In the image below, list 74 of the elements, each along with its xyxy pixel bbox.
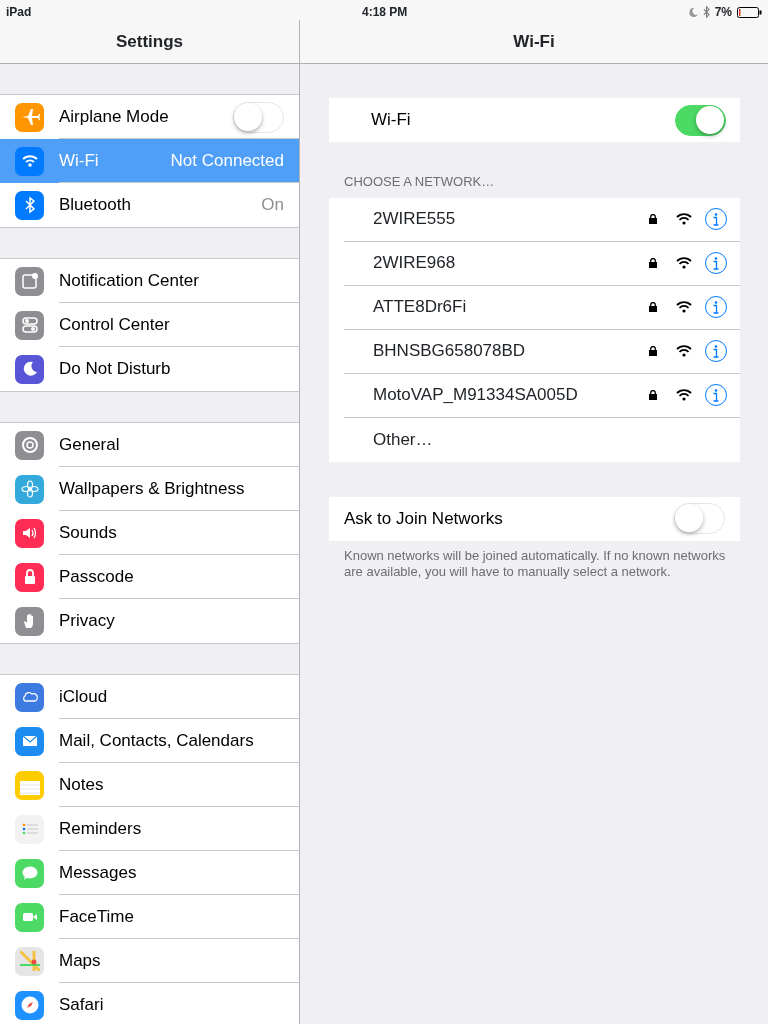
section-header: CHOOSE A NETWORK… — [343, 173, 496, 191]
bluetooth-icon — [702, 6, 710, 18]
info-icon — [713, 344, 719, 358]
info-icon — [713, 256, 719, 270]
settings-item[interactable]: Maps — [0, 939, 299, 983]
network-name: ATTE8Dr6Fi — [373, 296, 467, 319]
settings-item[interactable]: Bluetooth On — [0, 183, 299, 227]
wifi-signal-icon — [676, 213, 692, 225]
settings-item[interactable]: General — [0, 423, 299, 467]
settings-item[interactable]: Wallpapers & Brightness — [0, 467, 299, 511]
network-name: 2WIRE968 — [373, 252, 456, 275]
device-label: iPad — [6, 4, 32, 21]
toggle-switch[interactable] — [675, 104, 726, 136]
settings-item[interactable]: iCloud — [0, 675, 299, 719]
wifi-label: Wi-Fi — [371, 109, 411, 132]
network-row[interactable]: BHNSBG658078BD — [344, 329, 740, 374]
settings-item[interactable]: Notes — [0, 763, 299, 807]
network-name: 2WIRE555 — [373, 208, 456, 231]
item-label: Mail, Contacts, Calendars — [59, 730, 254, 753]
battery-percent: 7% — [714, 4, 732, 21]
pane-title: Wi-Fi — [513, 30, 555, 53]
item-label: Reminders — [59, 818, 142, 841]
footer-note: Known networks will be joined automatically. If no known networks are available, you will have to manually select a network. — [343, 546, 727, 581]
info-icon — [713, 300, 719, 314]
settings-item[interactable]: Airplane Mode — [0, 95, 299, 139]
item-label: iCloud — [59, 686, 108, 709]
item-value: On — [261, 194, 284, 217]
item-label: General — [59, 434, 120, 457]
settings-item[interactable]: Safari — [0, 983, 299, 1024]
other-label: Other… — [373, 428, 433, 451]
wifi-signal-icon — [676, 301, 692, 313]
network-row[interactable]: Other… — [344, 417, 740, 462]
wifi-signal-icon — [676, 389, 692, 401]
settings-item[interactable]: Privacy — [0, 599, 299, 643]
item-label: Safari — [59, 994, 104, 1017]
info-icon — [713, 212, 719, 226]
item-label: Wallpapers & Brightness — [59, 478, 245, 501]
item-label: Messages — [59, 862, 137, 885]
item-label: Notes — [59, 774, 104, 797]
settings-item[interactable]: Passcode — [0, 555, 299, 599]
settings-item[interactable]: Do Not Disturb — [0, 347, 299, 391]
network-name: BHNSBG658078BD — [373, 340, 526, 363]
battery-icon — [737, 6, 762, 18]
settings-item[interactable]: Mail, Contacts, Calendars — [0, 719, 299, 763]
settings-item[interactable]: Reminders — [0, 807, 299, 851]
item-label: Bluetooth — [59, 194, 131, 217]
item-label: Do Not Disturb — [59, 358, 171, 381]
info-icon — [713, 388, 719, 402]
network-name: MotoVAP_M91334SA005D — [373, 384, 578, 407]
wifi-signal-icon — [676, 345, 692, 357]
item-label: Maps — [59, 950, 101, 973]
item-label: Sounds — [59, 522, 117, 545]
item-label: Passcode — [59, 566, 134, 589]
setting-label: Ask to Join Networks — [344, 507, 503, 530]
settings-item[interactable]: FaceTime — [0, 895, 299, 939]
network-row[interactable]: 2WIRE968 — [344, 241, 740, 286]
item-label: Control Center — [59, 314, 170, 337]
settings-item[interactable]: Messages — [0, 851, 299, 895]
network-row[interactable]: 2WIRE555 — [344, 197, 740, 242]
settings-item[interactable]: Control Center — [0, 303, 299, 347]
settings-item[interactable]: Sounds — [0, 511, 299, 555]
settings-item[interactable]: Notification Center — [0, 259, 299, 303]
moon-icon — [688, 7, 698, 17]
item-label: Airplane Mode — [59, 106, 169, 129]
network-row[interactable]: ATTE8Dr6Fi — [344, 285, 740, 330]
pane-title: Settings — [115, 30, 184, 53]
item-value: Not Connected — [170, 150, 284, 173]
item-label: FaceTime — [59, 906, 134, 929]
item-label: Notification Center — [59, 270, 199, 293]
network-row[interactable]: MotoVAP_M91334SA005D — [344, 373, 740, 418]
wifi-signal-icon — [676, 257, 692, 269]
item-label: Privacy — [59, 610, 115, 633]
clock-time: 4:18 PM — [362, 4, 408, 21]
item-label: Wi-Fi — [59, 150, 99, 173]
